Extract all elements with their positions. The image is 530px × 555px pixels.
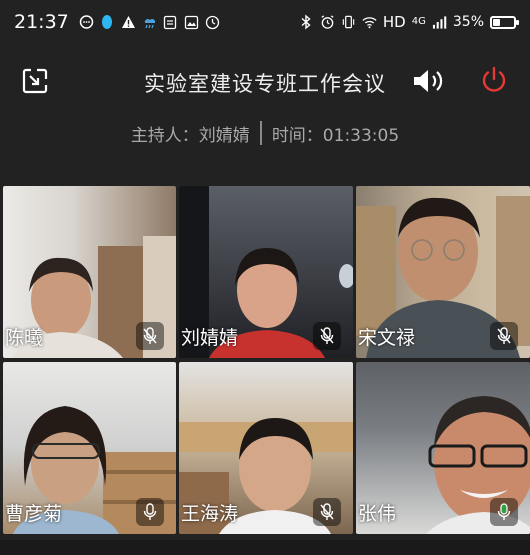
meeting-timer: 时间：01:33:05: [271, 125, 400, 146]
mic-status-button[interactable]: [136, 322, 164, 350]
leave-meeting-button[interactable]: [480, 66, 508, 94]
video-grid: 陈曦 刘婧婧 宋文禄 曹彦菊 王海涛 张伟: [3, 186, 530, 538]
clock-badge-icon: [205, 15, 220, 30]
mic-status-button[interactable]: [136, 498, 164, 526]
participant-name: 曹彦菊: [5, 503, 63, 525]
warning-icon: [121, 15, 136, 30]
participant-tile[interactable]: 宋文禄: [356, 186, 530, 358]
mic-muted-icon: [320, 327, 334, 344]
bluetooth-icon: [299, 14, 314, 30]
network-type: 4G: [411, 16, 426, 27]
clock-time: 21:37: [14, 11, 69, 33]
alarm-icon: [320, 15, 335, 30]
message-bubble-icon: [79, 14, 94, 30]
mic-muted-icon: [497, 327, 511, 344]
status-bar-left: 21:37: [14, 11, 220, 33]
gallery-icon: [184, 15, 199, 30]
mic-status-button[interactable]: [490, 322, 518, 350]
mic-status-button[interactable]: [490, 498, 518, 526]
host-label: 主持人：刘婧婧: [130, 125, 250, 146]
mic-status-button[interactable]: [313, 498, 341, 526]
speaker-button[interactable]: [412, 68, 448, 94]
info-divider: [259, 121, 262, 145]
participant-name: 王海涛: [181, 503, 239, 525]
qq-penguin-icon: [100, 15, 115, 30]
battery-icon: [490, 15, 519, 29]
hd-indicator: HD: [382, 13, 406, 31]
status-bar-right: HD 4G 35%: [299, 13, 519, 31]
mic-active-icon: [497, 503, 511, 520]
participant-name: 陈曦: [5, 327, 44, 349]
sim-icon: [163, 15, 178, 30]
participant-name: 张伟: [358, 503, 397, 525]
mic-icon: [143, 503, 157, 520]
participant-tile[interactable]: 张伟: [356, 362, 530, 534]
battery-level: [493, 18, 500, 26]
participant-name: 刘婧婧: [181, 327, 239, 349]
participant-tile[interactable]: 王海涛: [179, 362, 353, 534]
speaker-icon: [414, 70, 443, 92]
meeting-title: 实验室建设专班工作会议: [144, 72, 386, 96]
participant-tile[interactable]: 陈曦: [3, 186, 176, 358]
mic-muted-icon: [143, 327, 157, 344]
bottom-bar: [0, 540, 530, 555]
mic-status-button[interactable]: [313, 322, 341, 350]
battery-percent: 35%: [452, 14, 484, 30]
signal-icon: [432, 15, 447, 30]
meeting-header: 实验室建设专班工作会议: [0, 60, 530, 104]
vibrate-icon: [341, 15, 356, 30]
weather-icon: [142, 15, 157, 30]
wifi-icon: [362, 15, 377, 30]
power-icon: [482, 66, 506, 92]
participant-name: 宋文禄: [358, 327, 416, 349]
participant-tile[interactable]: 曹彦菊: [3, 362, 176, 534]
meeting-info: 主持人：刘婧婧 时间：01:33:05: [0, 118, 530, 148]
mic-muted-icon: [320, 503, 334, 520]
status-bar: 21:37 HD 4G 35%: [0, 0, 530, 44]
participant-tile[interactable]: 刘婧婧: [179, 186, 353, 358]
